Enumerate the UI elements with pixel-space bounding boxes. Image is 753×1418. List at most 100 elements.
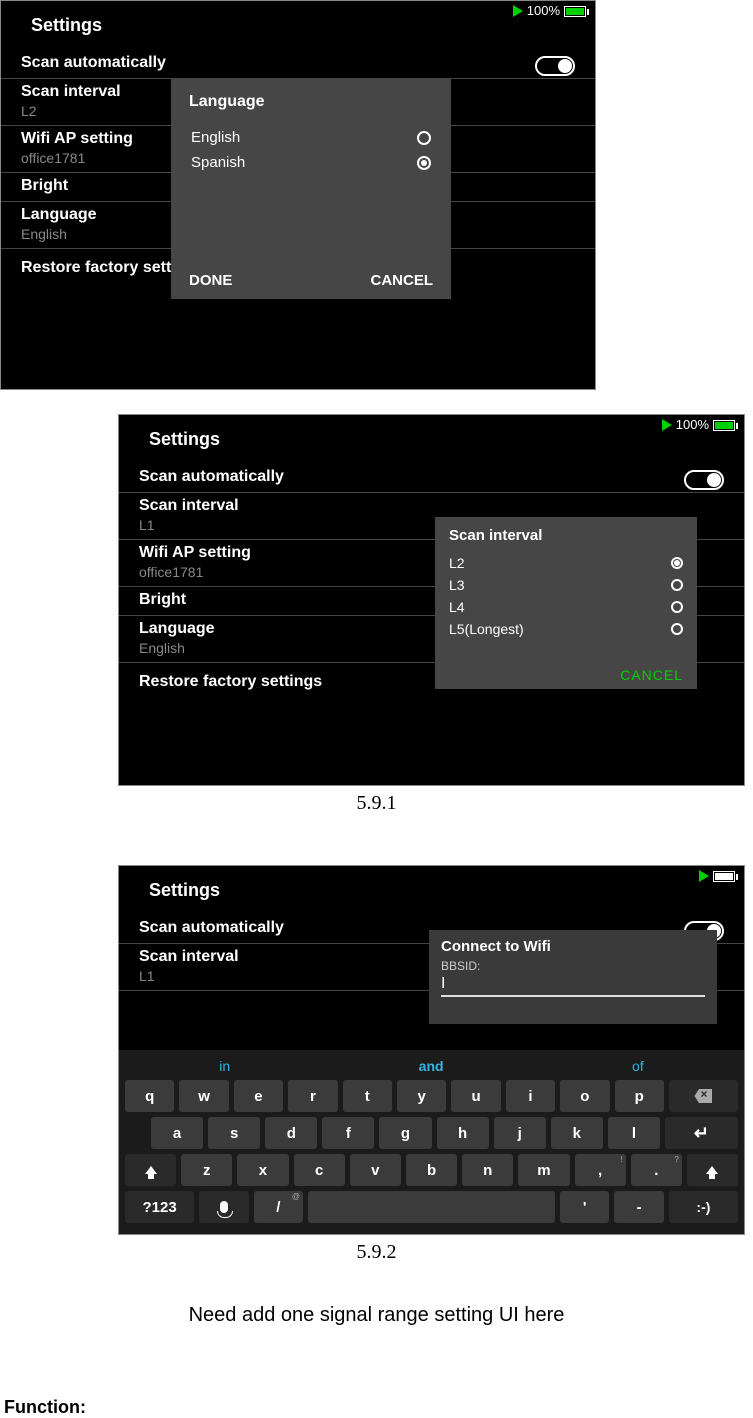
row-scan-auto[interactable]: Scan automatically — [1, 50, 595, 79]
keyboard-row: z x c v b n m ,! .? — [125, 1154, 738, 1186]
page-title: Settings — [119, 866, 744, 915]
key-dash[interactable]: - — [614, 1191, 663, 1223]
key-h[interactable]: h — [437, 1117, 489, 1149]
cancel-button[interactable]: CANCEL — [371, 272, 434, 289]
dialog-title: Language — [189, 93, 433, 111]
key-q[interactable]: q — [125, 1080, 174, 1112]
key-period[interactable]: .? — [631, 1154, 682, 1186]
key-a[interactable]: a — [151, 1117, 203, 1149]
scan-auto-toggle[interactable] — [535, 56, 575, 76]
page-title: Settings — [1, 1, 595, 50]
enter-icon: ↵ — [694, 1123, 709, 1144]
key-backspace[interactable] — [669, 1080, 738, 1112]
figure-caption: 5.9.2 — [0, 1241, 753, 1264]
suggestion[interactable]: and — [419, 1058, 444, 1074]
scan-auto-toggle[interactable] — [684, 470, 724, 490]
key-s[interactable]: s — [208, 1117, 260, 1149]
key-m[interactable]: m — [518, 1154, 569, 1186]
radio-icon — [417, 156, 431, 170]
author-note: Need add one signal range setting UI her… — [0, 1304, 753, 1327]
option-label: L4 — [449, 599, 465, 615]
language-dialog: Language English Spanish DONE CANCEL — [171, 79, 451, 299]
option-english[interactable]: English — [189, 125, 433, 150]
suggestion[interactable]: of — [632, 1058, 644, 1074]
play-icon — [662, 419, 672, 431]
dialog-title: Scan interval — [449, 527, 683, 544]
key-d[interactable]: d — [265, 1117, 317, 1149]
option-spanish[interactable]: Spanish — [189, 150, 433, 175]
key-z[interactable]: z — [181, 1154, 232, 1186]
key-apostrophe[interactable]: ' — [560, 1191, 609, 1223]
play-icon — [699, 870, 709, 882]
scan-auto-label: Scan automatically — [21, 54, 575, 72]
shift-icon — [145, 1166, 157, 1174]
keyboard-row: ?123 /@ ' - :-) — [125, 1191, 738, 1223]
page-title: Settings — [119, 415, 744, 464]
key-o[interactable]: o — [560, 1080, 609, 1112]
cancel-button[interactable]: CANCEL — [620, 667, 683, 683]
settings-screen-wifi: Settings Scan automatically Scan interva… — [118, 865, 745, 1235]
keyboard-row: a s d f g h j k l ↵ — [125, 1117, 738, 1149]
shift-icon — [706, 1166, 718, 1174]
suggestion-bar: in and of — [125, 1056, 738, 1080]
key-p[interactable]: p — [615, 1080, 664, 1112]
key-shift-right[interactable] — [687, 1154, 738, 1186]
key-y[interactable]: y — [397, 1080, 446, 1112]
option-l4[interactable]: L4 — [449, 596, 683, 618]
key-r[interactable]: r — [288, 1080, 337, 1112]
status-bar: 100% — [513, 3, 589, 18]
status-bar: 100% — [662, 417, 738, 432]
option-l5[interactable]: L5(Longest) — [449, 618, 683, 640]
radio-icon — [417, 131, 431, 145]
option-l2[interactable]: L2 — [449, 552, 683, 574]
suggestion[interactable]: in — [219, 1058, 230, 1074]
row-scan-auto[interactable]: Scan automatically — [119, 464, 744, 493]
key-comma[interactable]: ,! — [575, 1154, 626, 1186]
key-v[interactable]: v — [350, 1154, 401, 1186]
key-k[interactable]: k — [551, 1117, 603, 1149]
key-e[interactable]: e — [234, 1080, 283, 1112]
key-enter[interactable]: ↵ — [665, 1117, 738, 1149]
backspace-icon — [694, 1089, 712, 1103]
key-i[interactable]: i — [506, 1080, 555, 1112]
battery-icon — [713, 868, 738, 883]
key-space[interactable] — [308, 1191, 555, 1223]
key-slash[interactable]: /@ — [254, 1191, 303, 1223]
wifi-dialog: Connect to Wifi BBSID: I — [429, 930, 717, 1024]
dialog-title: Connect to Wifi — [441, 938, 705, 955]
key-emoji[interactable]: :-) — [669, 1191, 738, 1223]
key-u[interactable]: u — [451, 1080, 500, 1112]
bbsid-input[interactable]: I — [441, 975, 705, 997]
radio-icon — [671, 579, 683, 591]
done-button[interactable]: DONE — [189, 272, 232, 289]
scan-interval-label: Scan interval — [139, 497, 724, 515]
key-g[interactable]: g — [379, 1117, 431, 1149]
option-label: Spanish — [191, 154, 245, 171]
radio-icon — [671, 623, 683, 635]
key-t[interactable]: t — [343, 1080, 392, 1112]
key-b[interactable]: b — [406, 1154, 457, 1186]
key-j[interactable]: j — [494, 1117, 546, 1149]
key-f[interactable]: f — [322, 1117, 374, 1149]
key-mic[interactable] — [199, 1191, 248, 1223]
radio-icon — [671, 601, 683, 613]
settings-screen-interval: 100% Settings Scan automatically Scan in… — [118, 414, 745, 786]
battery-text: 100% — [676, 417, 709, 432]
scan-auto-label: Scan automatically — [139, 468, 724, 486]
option-label: English — [191, 129, 240, 146]
option-label: L3 — [449, 577, 465, 593]
keyboard: in and of q w e r t y u i o p a s d f g … — [119, 1050, 744, 1234]
settings-screen-language: 100% Settings Scan automatically Scan in… — [0, 0, 596, 390]
key-w[interactable]: w — [179, 1080, 228, 1112]
key-shift-left[interactable] — [125, 1154, 176, 1186]
option-label: L2 — [449, 555, 465, 571]
option-l3[interactable]: L3 — [449, 574, 683, 596]
mic-icon — [220, 1201, 228, 1213]
keyboard-row: q w e r t y u i o p — [125, 1080, 738, 1112]
key-symbols[interactable]: ?123 — [125, 1191, 194, 1223]
key-x[interactable]: x — [237, 1154, 288, 1186]
key-c[interactable]: c — [294, 1154, 345, 1186]
key-n[interactable]: n — [462, 1154, 513, 1186]
key-l[interactable]: l — [608, 1117, 660, 1149]
bbsid-label: BBSID: — [441, 959, 705, 973]
